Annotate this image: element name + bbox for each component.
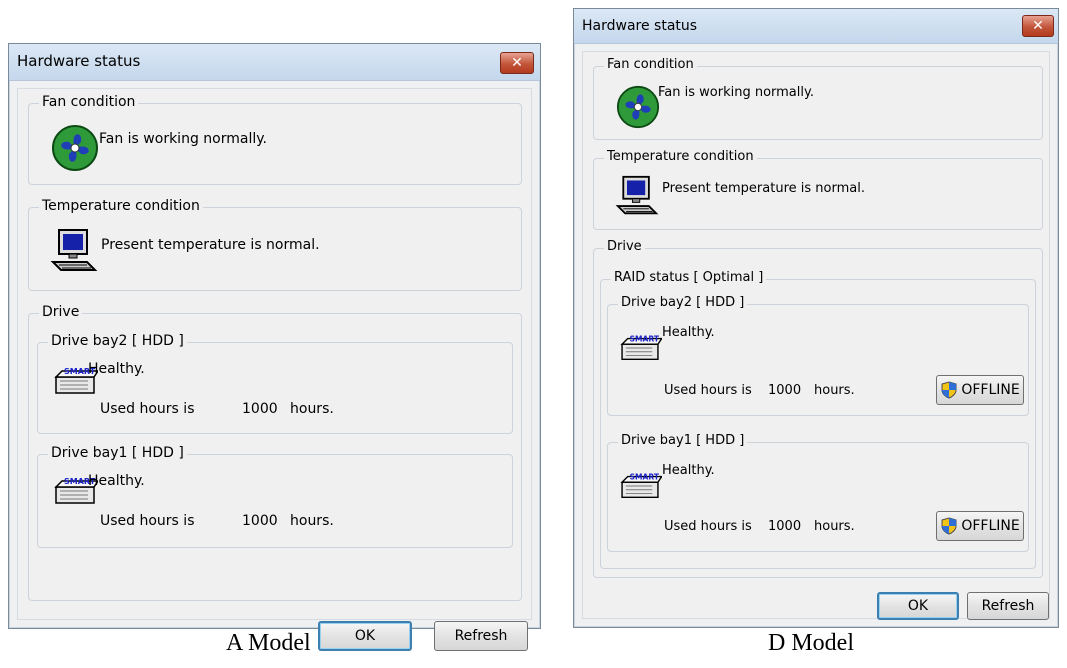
uac-shield-icon <box>940 381 958 399</box>
temperature-condition-group: Temperature condition Present temperatur… <box>28 198 522 291</box>
used-hours-unit: hours. <box>814 383 855 398</box>
drive-bay-legend: Drive bay2 [ HDD ] <box>48 333 187 349</box>
used-hours-value: 1000 <box>242 513 278 529</box>
computer-icon <box>49 228 99 274</box>
drive-health-status: Healthy. <box>88 361 145 377</box>
close-button[interactable]: ✕ <box>1022 15 1054 37</box>
refresh-button[interactable]: Refresh <box>434 621 528 651</box>
used-hours-value: 1000 <box>242 401 278 417</box>
dialog-body: Fan condition Fan is working normally. T… <box>17 88 532 651</box>
caption-d-model: D Model <box>768 630 854 656</box>
ok-button[interactable]: OK <box>318 621 412 651</box>
fan-condition-legend: Fan condition <box>39 94 139 110</box>
temperature-status-message: Present temperature is normal. <box>662 181 865 196</box>
window-title: Hardware status <box>17 52 141 70</box>
close-icon: ✕ <box>1032 18 1044 34</box>
smart-drive-icon: SMART <box>618 469 662 503</box>
drive-bay1-group: Drive bay1 [ HDD ] SMART Healthy. Used h… <box>37 445 513 548</box>
drive-legend: Drive <box>604 239 645 254</box>
raid-status-legend: RAID status [ Optimal ] <box>611 270 767 285</box>
drive-health-status: Healthy. <box>88 473 145 489</box>
uac-shield-icon <box>940 517 958 535</box>
drive-bay2-group: Drive bay2 [ HDD ] SMART Healthy. Used h… <box>37 333 513 434</box>
raid-status-group: RAID status [ Optimal ] Drive bay2 [ HDD… <box>600 270 1036 569</box>
drive-health-status: Healthy. <box>662 325 715 340</box>
temperature-condition-group: Temperature condition Present temperatur… <box>593 149 1043 230</box>
svg-text:SMART: SMART <box>630 334 660 343</box>
drive-health-status: Healthy. <box>662 463 715 478</box>
used-hours-label: Used hours is <box>664 383 752 398</box>
hardware-status-window-d: Hardware status ✕ Fan condition Fan is w… <box>573 8 1059 628</box>
computer-icon <box>614 175 660 217</box>
fan-condition-group: Fan condition Fan is working normally. <box>28 94 522 185</box>
ok-button[interactable]: OK <box>877 592 959 620</box>
drive-bay1-group: Drive bay1 [ HDD ] SMART Healthy. Used h… <box>607 433 1029 552</box>
temperature-status-message: Present temperature is normal. <box>101 237 320 253</box>
title-bar: Hardware status ✕ <box>574 9 1058 44</box>
fan-status-message: Fan is working normally. <box>658 85 814 100</box>
drive-bay-legend: Drive bay1 [ HDD ] <box>618 433 748 448</box>
fan-icon <box>51 124 99 172</box>
offline-button[interactable]: OFFLINE <box>936 511 1024 541</box>
refresh-button[interactable]: Refresh <box>967 592 1049 620</box>
offline-button-label: OFFLINE <box>961 518 1020 534</box>
dialog-body: Fan condition Fan is working normally. T… <box>582 51 1050 620</box>
temperature-condition-legend: Temperature condition <box>39 198 203 214</box>
used-hours-value: 1000 <box>768 519 802 534</box>
drive-bay2-group: Drive bay2 [ HDD ] SMART Healthy. Used h… <box>607 295 1029 416</box>
drive-bay-legend: Drive bay1 [ HDD ] <box>48 445 187 461</box>
title-bar: Hardware status ✕ <box>9 44 540 81</box>
used-hours-label: Used hours is <box>100 513 195 529</box>
used-hours-label: Used hours is <box>664 519 752 534</box>
fan-condition-group: Fan condition Fan is working normally. <box>593 57 1043 140</box>
hardware-status-window-a: Hardware status ✕ Fan condition Fan is w… <box>8 43 541 651</box>
caption-a-model: A Model <box>226 630 311 656</box>
drive-group: Drive RAID status [ Optimal ] Drive bay2… <box>593 239 1043 578</box>
fan-icon <box>616 85 660 129</box>
used-hours-value: 1000 <box>768 383 802 398</box>
smart-drive-icon: SMART <box>618 331 662 365</box>
drive-legend: Drive <box>39 304 83 320</box>
close-button[interactable]: ✕ <box>500 52 534 74</box>
drive-bay-legend: Drive bay2 [ HDD ] <box>618 295 748 310</box>
offline-button-label: OFFLINE <box>961 382 1020 398</box>
fan-condition-legend: Fan condition <box>604 57 697 72</box>
used-hours-unit: hours. <box>290 401 334 417</box>
svg-text:SMART: SMART <box>630 472 660 481</box>
window-title: Hardware status <box>582 18 698 34</box>
close-icon: ✕ <box>511 55 523 71</box>
offline-button[interactable]: OFFLINE <box>936 375 1024 405</box>
used-hours-unit: hours. <box>814 519 855 534</box>
fan-status-message: Fan is working normally. <box>99 131 267 147</box>
used-hours-label: Used hours is <box>100 401 195 417</box>
temperature-condition-legend: Temperature condition <box>604 149 757 164</box>
used-hours-unit: hours. <box>290 513 334 529</box>
drive-group: Drive Drive bay2 [ HDD ] SMART Healthy. … <box>28 304 522 601</box>
